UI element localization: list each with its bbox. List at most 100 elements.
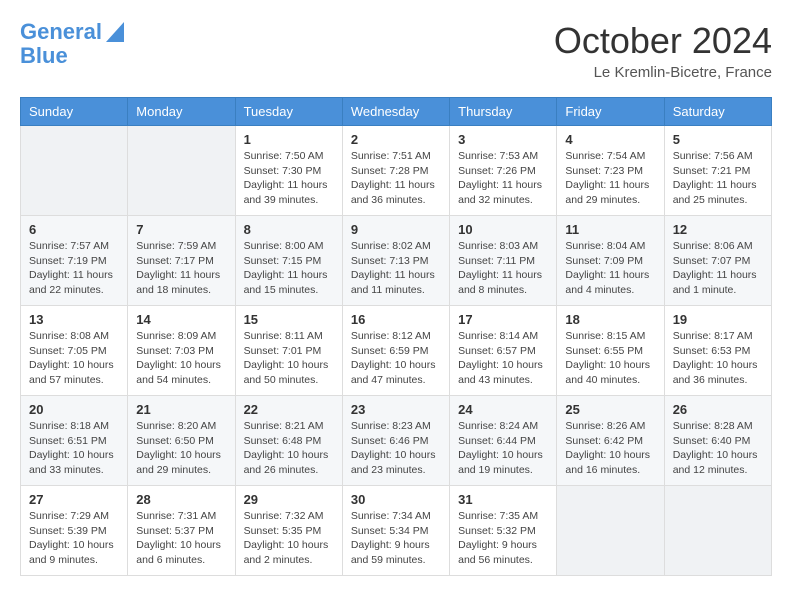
calendar-cell: 3 Sunrise: 7:53 AM Sunset: 7:26 PM Daylig… — [450, 126, 557, 216]
day-number: 11 — [565, 222, 655, 237]
day-info: Sunrise: 7:51 AM Sunset: 7:28 PM Dayligh… — [351, 149, 441, 208]
calendar-cell: 31Sunrise: 7:35 AM Sunset: 5:32 PM Dayli… — [450, 486, 557, 576]
day-number: 26 — [673, 402, 763, 417]
calendar-cell — [128, 126, 235, 216]
day-info: Sunrise: 7:34 AM Sunset: 5:34 PM Dayligh… — [351, 509, 441, 568]
day-info: Sunrise: 7:29 AM Sunset: 5:39 PM Dayligh… — [29, 509, 119, 568]
calendar-cell — [21, 126, 128, 216]
day-info: Sunrise: 8:08 AM Sunset: 7:05 PM Dayligh… — [29, 329, 119, 388]
day-info: Sunrise: 7:54 AM Sunset: 7:23 PM Dayligh… — [565, 149, 655, 208]
calendar-cell: 27Sunrise: 7:29 AM Sunset: 5:39 PM Dayli… — [21, 486, 128, 576]
day-number: 6 — [29, 222, 119, 237]
day-number: 14 — [136, 312, 226, 327]
calendar-cell — [557, 486, 664, 576]
day-number: 9 — [351, 222, 441, 237]
day-info: Sunrise: 7:59 AM Sunset: 7:17 PM Dayligh… — [136, 239, 226, 298]
calendar-header-row: SundayMondayTuesdayWednesdayThursdayFrid… — [21, 98, 772, 126]
calendar-cell: 17 Sunrise: 8:14 AM Sunset: 6:57 PM Dayli… — [450, 306, 557, 396]
day-number: 29 — [244, 492, 334, 507]
day-number: 28 — [136, 492, 226, 507]
day-info: Sunrise: 8:17 AM Sunset: 6:53 PM Dayligh… — [673, 329, 763, 388]
day-info: Sunrise: 8:06 AM Sunset: 7:07 PM Dayligh… — [673, 239, 763, 298]
calendar-cell: 9 Sunrise: 8:02 AM Sunset: 7:13 PM Daylig… — [342, 216, 449, 306]
calendar-cell: 29 Sunrise: 7:32 AM Sunset: 5:35 PM Dayli… — [235, 486, 342, 576]
calendar-cell: 28 Sunrise: 7:31 AM Sunset: 5:37 PM Dayli… — [128, 486, 235, 576]
day-number: 7 — [136, 222, 226, 237]
day-info: Sunrise: 8:26 AM Sunset: 6:42 PM Dayligh… — [565, 419, 655, 478]
day-header-sunday: Sunday — [21, 98, 128, 126]
calendar-cell: 20Sunrise: 8:18 AM Sunset: 6:51 PM Dayli… — [21, 396, 128, 486]
day-info: Sunrise: 8:02 AM Sunset: 7:13 PM Dayligh… — [351, 239, 441, 298]
day-header-wednesday: Wednesday — [342, 98, 449, 126]
calendar-cell: 25 Sunrise: 8:26 AM Sunset: 6:42 PM Dayli… — [557, 396, 664, 486]
day-number: 5 — [673, 132, 763, 147]
calendar-cell: 12 Sunrise: 8:06 AM Sunset: 7:07 PM Dayli… — [664, 216, 771, 306]
day-info: Sunrise: 8:23 AM Sunset: 6:46 PM Dayligh… — [351, 419, 441, 478]
day-header-thursday: Thursday — [450, 98, 557, 126]
day-number: 20 — [29, 402, 119, 417]
day-number: 2 — [351, 132, 441, 147]
day-number: 30 — [351, 492, 441, 507]
title-block: October 2024 Le Kremlin-Bicetre, France — [554, 20, 772, 81]
day-info: Sunrise: 7:56 AM Sunset: 7:21 PM Dayligh… — [673, 149, 763, 208]
calendar-cell: 14 Sunrise: 8:09 AM Sunset: 7:03 PM Dayli… — [128, 306, 235, 396]
day-info: Sunrise: 7:31 AM Sunset: 5:37 PM Dayligh… — [136, 509, 226, 568]
day-number: 8 — [244, 222, 334, 237]
day-info: Sunrise: 7:32 AM Sunset: 5:35 PM Dayligh… — [244, 509, 334, 568]
day-info: Sunrise: 8:14 AM Sunset: 6:57 PM Dayligh… — [458, 329, 548, 388]
calendar-cell: 5 Sunrise: 7:56 AM Sunset: 7:21 PM Daylig… — [664, 126, 771, 216]
day-info: Sunrise: 8:21 AM Sunset: 6:48 PM Dayligh… — [244, 419, 334, 478]
calendar-week-row: 27Sunrise: 7:29 AM Sunset: 5:39 PM Dayli… — [21, 486, 772, 576]
day-number: 17 — [458, 312, 548, 327]
day-info: Sunrise: 8:15 AM Sunset: 6:55 PM Dayligh… — [565, 329, 655, 388]
day-info: Sunrise: 7:57 AM Sunset: 7:19 PM Dayligh… — [29, 239, 119, 298]
calendar-cell: 1 Sunrise: 7:50 AM Sunset: 7:30 PM Daylig… — [235, 126, 342, 216]
day-info: Sunrise: 7:53 AM Sunset: 7:26 PM Dayligh… — [458, 149, 548, 208]
calendar-cell: 19 Sunrise: 8:17 AM Sunset: 6:53 PM Dayli… — [664, 306, 771, 396]
day-info: Sunrise: 8:11 AM Sunset: 7:01 PM Dayligh… — [244, 329, 334, 388]
day-info: Sunrise: 8:00 AM Sunset: 7:15 PM Dayligh… — [244, 239, 334, 298]
location: Le Kremlin-Bicetre, France — [554, 64, 772, 81]
calendar-cell: 15 Sunrise: 8:11 AM Sunset: 7:01 PM Dayli… — [235, 306, 342, 396]
logo-text: General — [20, 20, 102, 44]
calendar-cell: 30 Sunrise: 7:34 AM Sunset: 5:34 PM Dayli… — [342, 486, 449, 576]
day-info: Sunrise: 7:50 AM Sunset: 7:30 PM Dayligh… — [244, 149, 334, 208]
day-info: Sunrise: 8:09 AM Sunset: 7:03 PM Dayligh… — [136, 329, 226, 388]
calendar-week-row: 6 Sunrise: 7:57 AM Sunset: 7:19 PM Daylig… — [21, 216, 772, 306]
calendar-cell — [664, 486, 771, 576]
day-number: 15 — [244, 312, 334, 327]
day-number: 21 — [136, 402, 226, 417]
calendar-cell: 16Sunrise: 8:12 AM Sunset: 6:59 PM Dayli… — [342, 306, 449, 396]
day-number: 16 — [351, 312, 441, 327]
calendar-cell: 23Sunrise: 8:23 AM Sunset: 6:46 PM Dayli… — [342, 396, 449, 486]
logo-blue: Blue — [20, 44, 124, 68]
logo: General Blue — [20, 20, 124, 68]
day-number: 31 — [458, 492, 548, 507]
calendar-cell: 8 Sunrise: 8:00 AM Sunset: 7:15 PM Daylig… — [235, 216, 342, 306]
day-number: 19 — [673, 312, 763, 327]
day-info: Sunrise: 8:24 AM Sunset: 6:44 PM Dayligh… — [458, 419, 548, 478]
calendar-week-row: 20Sunrise: 8:18 AM Sunset: 6:51 PM Dayli… — [21, 396, 772, 486]
day-number: 1 — [244, 132, 334, 147]
day-info: Sunrise: 8:20 AM Sunset: 6:50 PM Dayligh… — [136, 419, 226, 478]
calendar-cell: 2 Sunrise: 7:51 AM Sunset: 7:28 PM Daylig… — [342, 126, 449, 216]
day-number: 13 — [29, 312, 119, 327]
calendar-week-row: 13 Sunrise: 8:08 AM Sunset: 7:05 PM Dayli… — [21, 306, 772, 396]
calendar-cell: 10Sunrise: 8:03 AM Sunset: 7:11 PM Dayli… — [450, 216, 557, 306]
day-number: 25 — [565, 402, 655, 417]
day-number: 4 — [565, 132, 655, 147]
day-header-friday: Friday — [557, 98, 664, 126]
day-header-monday: Monday — [128, 98, 235, 126]
calendar-cell: 22 Sunrise: 8:21 AM Sunset: 6:48 PM Dayli… — [235, 396, 342, 486]
day-info: Sunrise: 8:28 AM Sunset: 6:40 PM Dayligh… — [673, 419, 763, 478]
calendar-week-row: 1 Sunrise: 7:50 AM Sunset: 7:30 PM Daylig… — [21, 126, 772, 216]
page-header: General Blue October 2024 Le Kremlin-Bic… — [20, 20, 772, 81]
day-number: 12 — [673, 222, 763, 237]
logo-icon — [106, 22, 124, 42]
day-header-tuesday: Tuesday — [235, 98, 342, 126]
day-number: 3 — [458, 132, 548, 147]
day-number: 18 — [565, 312, 655, 327]
day-header-saturday: Saturday — [664, 98, 771, 126]
day-number: 22 — [244, 402, 334, 417]
logo-general: General — [20, 19, 102, 44]
